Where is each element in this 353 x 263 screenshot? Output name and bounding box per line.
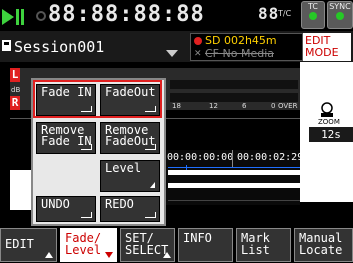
track-bar-1[interactable] xyxy=(168,170,300,175)
session-name[interactable]: Session001 xyxy=(14,38,104,56)
frame-digits: 88 xyxy=(258,4,280,23)
info-button[interactable]: INFO xyxy=(178,228,233,262)
playhead-line xyxy=(168,167,300,168)
edit-mode-line2: MODE xyxy=(305,46,339,59)
session-file-icon xyxy=(2,40,11,51)
set-select-button[interactable]: SET/ SELECT xyxy=(120,228,175,262)
sync-button[interactable]: SYNC xyxy=(327,1,353,29)
edit-label: EDIT xyxy=(5,237,34,251)
db-label: dB xyxy=(11,86,21,94)
button-corner-icon xyxy=(145,212,156,218)
meter-l xyxy=(170,80,298,89)
media-sd-line: SD 002h45m xyxy=(205,34,277,47)
play-pause-icon xyxy=(2,9,24,25)
fade-level-menu-icon xyxy=(105,252,113,258)
button-corner-icon xyxy=(145,144,156,150)
sync-button-label: SYNC xyxy=(329,2,351,11)
scale-tick-over: OVER xyxy=(278,102,298,110)
undo-button[interactable]: UNDO xyxy=(36,196,96,222)
redo-label: REDO xyxy=(105,197,134,211)
divider xyxy=(168,200,300,201)
channel-l-label: L xyxy=(10,68,20,82)
fade-selection-highlight xyxy=(33,80,162,118)
scale-tick-12: 12 xyxy=(209,102,218,110)
timecode-display: 88:88:88:88 xyxy=(48,2,205,27)
tc-label: T/C xyxy=(278,9,292,18)
level-menu-icon xyxy=(150,182,155,188)
tc-button[interactable]: TC xyxy=(301,1,325,29)
undo-label: UNDO xyxy=(41,197,70,211)
zoom-value[interactable]: 12s xyxy=(309,127,353,142)
mark-list-line2: List xyxy=(241,243,270,257)
channel-r-label: R xyxy=(10,96,20,110)
scale-tick-6: 6 xyxy=(242,102,247,110)
track-bar-2[interactable] xyxy=(168,183,300,188)
level-button[interactable]: Level xyxy=(100,160,160,192)
edit-mode-indicator: EDIT MODE xyxy=(303,33,351,61)
timeline-start: 00:00:00:00 xyxy=(167,152,234,163)
button-corner-icon xyxy=(81,212,92,218)
edit-menu-icon xyxy=(45,252,53,258)
sync-led-icon xyxy=(336,12,344,20)
remove-fade-out-button[interactable]: Remove FadeOut xyxy=(100,122,160,154)
scale-tick-0: 0 xyxy=(271,102,276,110)
media-cf-line: CF No Media xyxy=(205,47,274,60)
zoom-label: ZOOM xyxy=(318,118,340,126)
sd-indicator-icon xyxy=(194,37,202,45)
redo-button[interactable]: REDO xyxy=(100,196,160,222)
edit-button[interactable]: EDIT xyxy=(0,228,57,262)
remove-fade-in-button[interactable]: Remove Fade IN xyxy=(36,122,96,154)
manual-locate-line2: Locate xyxy=(299,243,343,257)
tc-button-label: TC xyxy=(307,2,318,11)
meter-r xyxy=(170,93,298,102)
link-icon xyxy=(36,11,46,21)
timeline-end: 00:00:02:29 xyxy=(237,152,304,163)
set-select-menu-icon xyxy=(163,252,171,258)
button-corner-icon xyxy=(81,144,92,150)
cf-disabled-icon: ✕ xyxy=(194,49,202,59)
zoom-icon[interactable] xyxy=(318,102,336,118)
info-label: INFO xyxy=(183,231,212,245)
timeline-divider xyxy=(232,150,233,168)
tc-led-icon xyxy=(309,12,317,20)
manual-locate-button[interactable]: Manual Locate xyxy=(294,228,353,262)
session-dropdown-icon[interactable] xyxy=(166,50,178,58)
fade-level-button[interactable]: Fade/ Level xyxy=(60,228,117,262)
scale-tick-18: 18 xyxy=(172,102,181,110)
media-status: SD 002h45m CF No Media ✕ xyxy=(190,33,303,61)
level-label: Level xyxy=(105,161,142,175)
mark-list-button[interactable]: Mark List xyxy=(236,228,291,262)
